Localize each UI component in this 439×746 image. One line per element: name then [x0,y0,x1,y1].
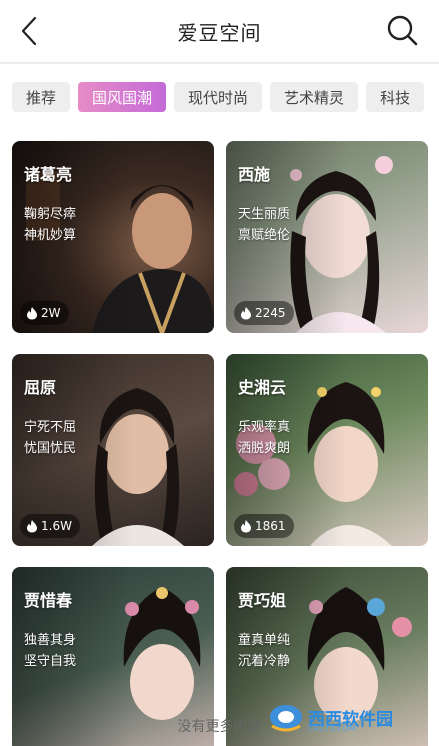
idol-tag: 忧国忧民 [24,441,77,456]
idol-tag: 洒脱爽朗 [238,441,291,456]
idol-tag: 沉着冷静 [238,654,291,669]
flame-icon [241,307,251,320]
idol-tag: 坚守自我 [24,654,77,669]
header-divider [0,62,439,64]
search-icon [387,15,418,46]
idol-tag: 天生丽质 [238,207,291,222]
tab-guofeng[interactable]: 国风国潮 [78,82,167,112]
heat-badge: 2W [20,301,69,325]
idol-card[interactable]: 屈原 宁死不屈 忧国忧民 1.6W [12,354,214,546]
heat-badge: 1.6W [20,514,80,538]
heat-count: 2245 [255,306,286,320]
tab-modern-fashion[interactable]: 现代时尚 [174,82,263,112]
idol-name: 西施 [238,165,271,184]
app-header: 爱豆空间 [0,0,439,62]
idol-card[interactable]: 西施 天生丽质 禀赋绝伦 2245 [226,141,428,333]
flame-icon [241,520,251,533]
watermark-logo: 西西软件园 CR173.COM [268,697,418,737]
idol-tag: 宁死不屈 [24,420,77,435]
heat-badge: 1861 [234,514,294,538]
idol-tag: 禀赋绝伦 [238,228,291,243]
idol-name: 贾惜春 [24,591,73,610]
heat-count: 1861 [255,519,286,533]
idol-tag: 独善其身 [24,633,77,648]
idol-card[interactable]: 诸葛亮 鞠躬尽瘁 神机妙算 2W [12,141,214,333]
idol-tag: 鞠躬尽瘁 [24,207,77,222]
heat-count: 2W [41,306,61,320]
watermark-sub: CR173.COM [308,724,356,733]
page-title: 爱豆空间 [177,21,262,45]
idol-tag: 童真单纯 [238,633,291,648]
idol-name: 屈原 [24,378,57,397]
search-button[interactable] [385,13,419,47]
idol-tag: 乐观率真 [238,420,291,435]
tab-tech[interactable]: 科技 [366,82,425,112]
heat-count: 1.6W [41,519,72,533]
flame-icon [27,307,37,320]
idol-name: 诸葛亮 [24,165,73,184]
idol-name: 贾巧姐 [238,591,287,610]
tab-recommend[interactable]: 推荐 [12,82,71,112]
heat-badge: 2245 [234,301,294,325]
idol-name: 史湘云 [238,378,287,397]
idol-tag: 神机妙算 [24,228,77,243]
tab-art-elf[interactable]: 艺术精灵 [270,82,359,112]
flame-icon [27,520,37,533]
watermark-icon [270,705,302,732]
category-tabs: 推荐 国风国潮 现代时尚 艺术精灵 科技 [12,82,425,112]
idol-card[interactable]: 史湘云 乐观率真 洒脱爽朗 1861 [226,354,428,546]
